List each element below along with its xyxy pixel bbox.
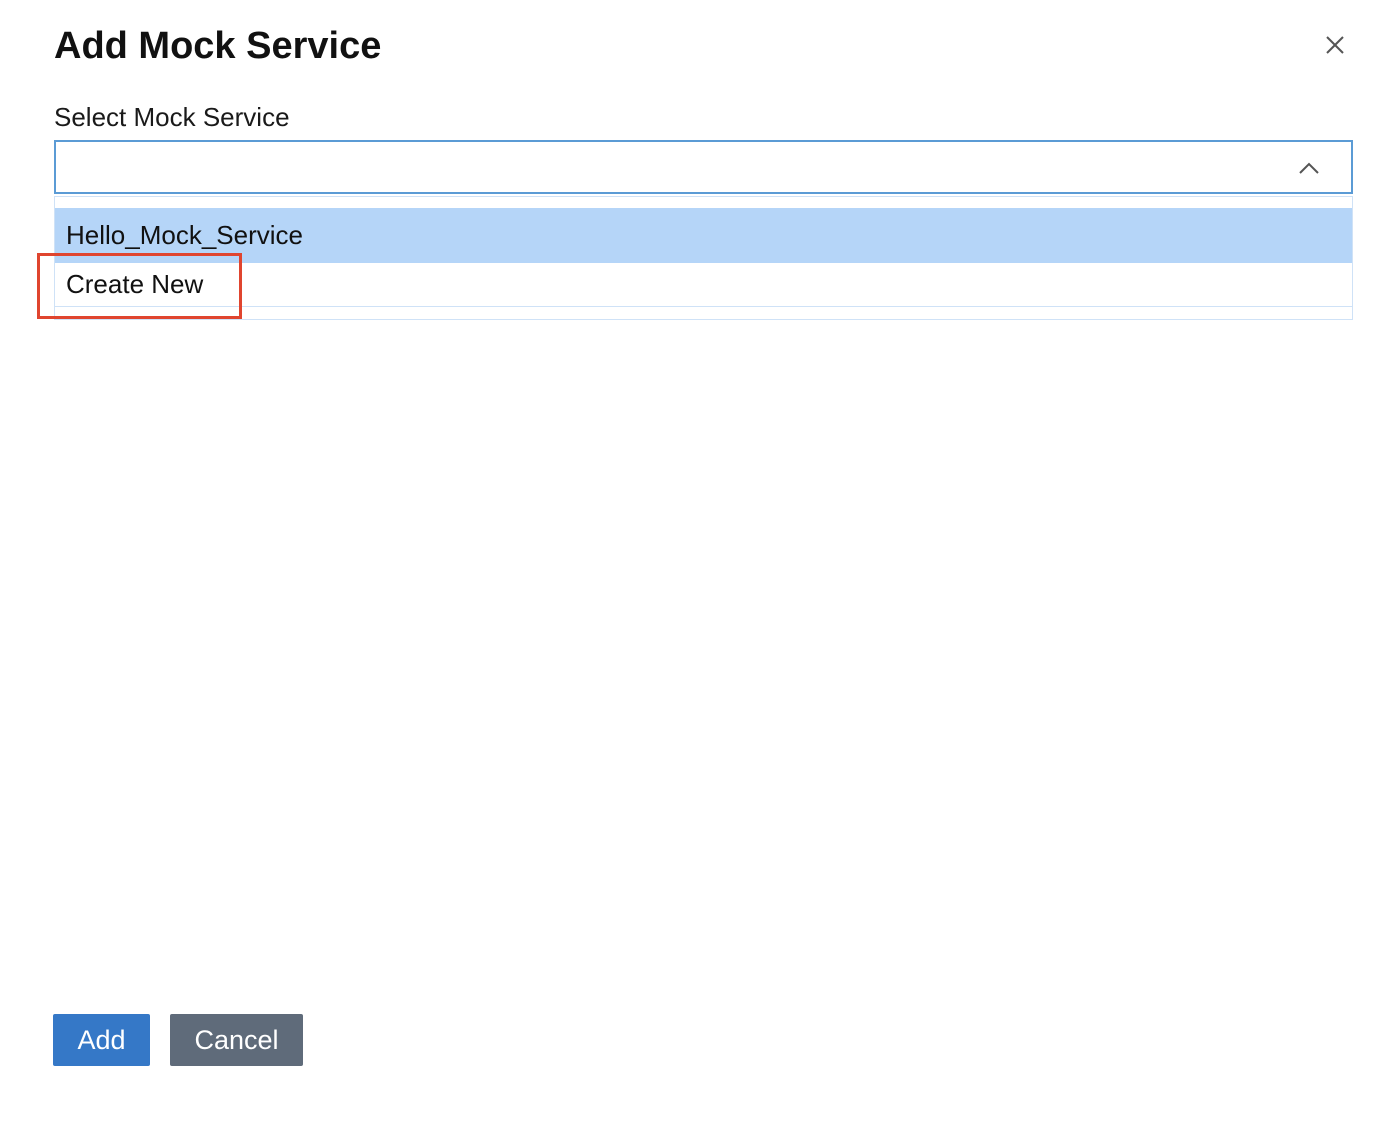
option-create-new[interactable]: Create New (55, 263, 1352, 307)
select-mock-service-label: Select Mock Service (54, 102, 290, 132)
chevron-up-icon[interactable] (1297, 156, 1321, 180)
option-hello-mock-service[interactable]: Hello_Mock_Service (55, 208, 1352, 263)
add-mock-service-dialog: Add Mock Service Select Mock Service Hel… (0, 0, 1390, 1122)
mock-service-options-list: Hello_Mock_Service Create New (54, 196, 1353, 320)
add-button[interactable]: Add (53, 1014, 150, 1066)
dialog-title: Add Mock Service (54, 25, 382, 67)
close-icon (1324, 34, 1346, 56)
cancel-button[interactable]: Cancel (170, 1014, 303, 1066)
mock-service-select[interactable] (54, 140, 1353, 194)
close-button[interactable] (1318, 28, 1352, 62)
